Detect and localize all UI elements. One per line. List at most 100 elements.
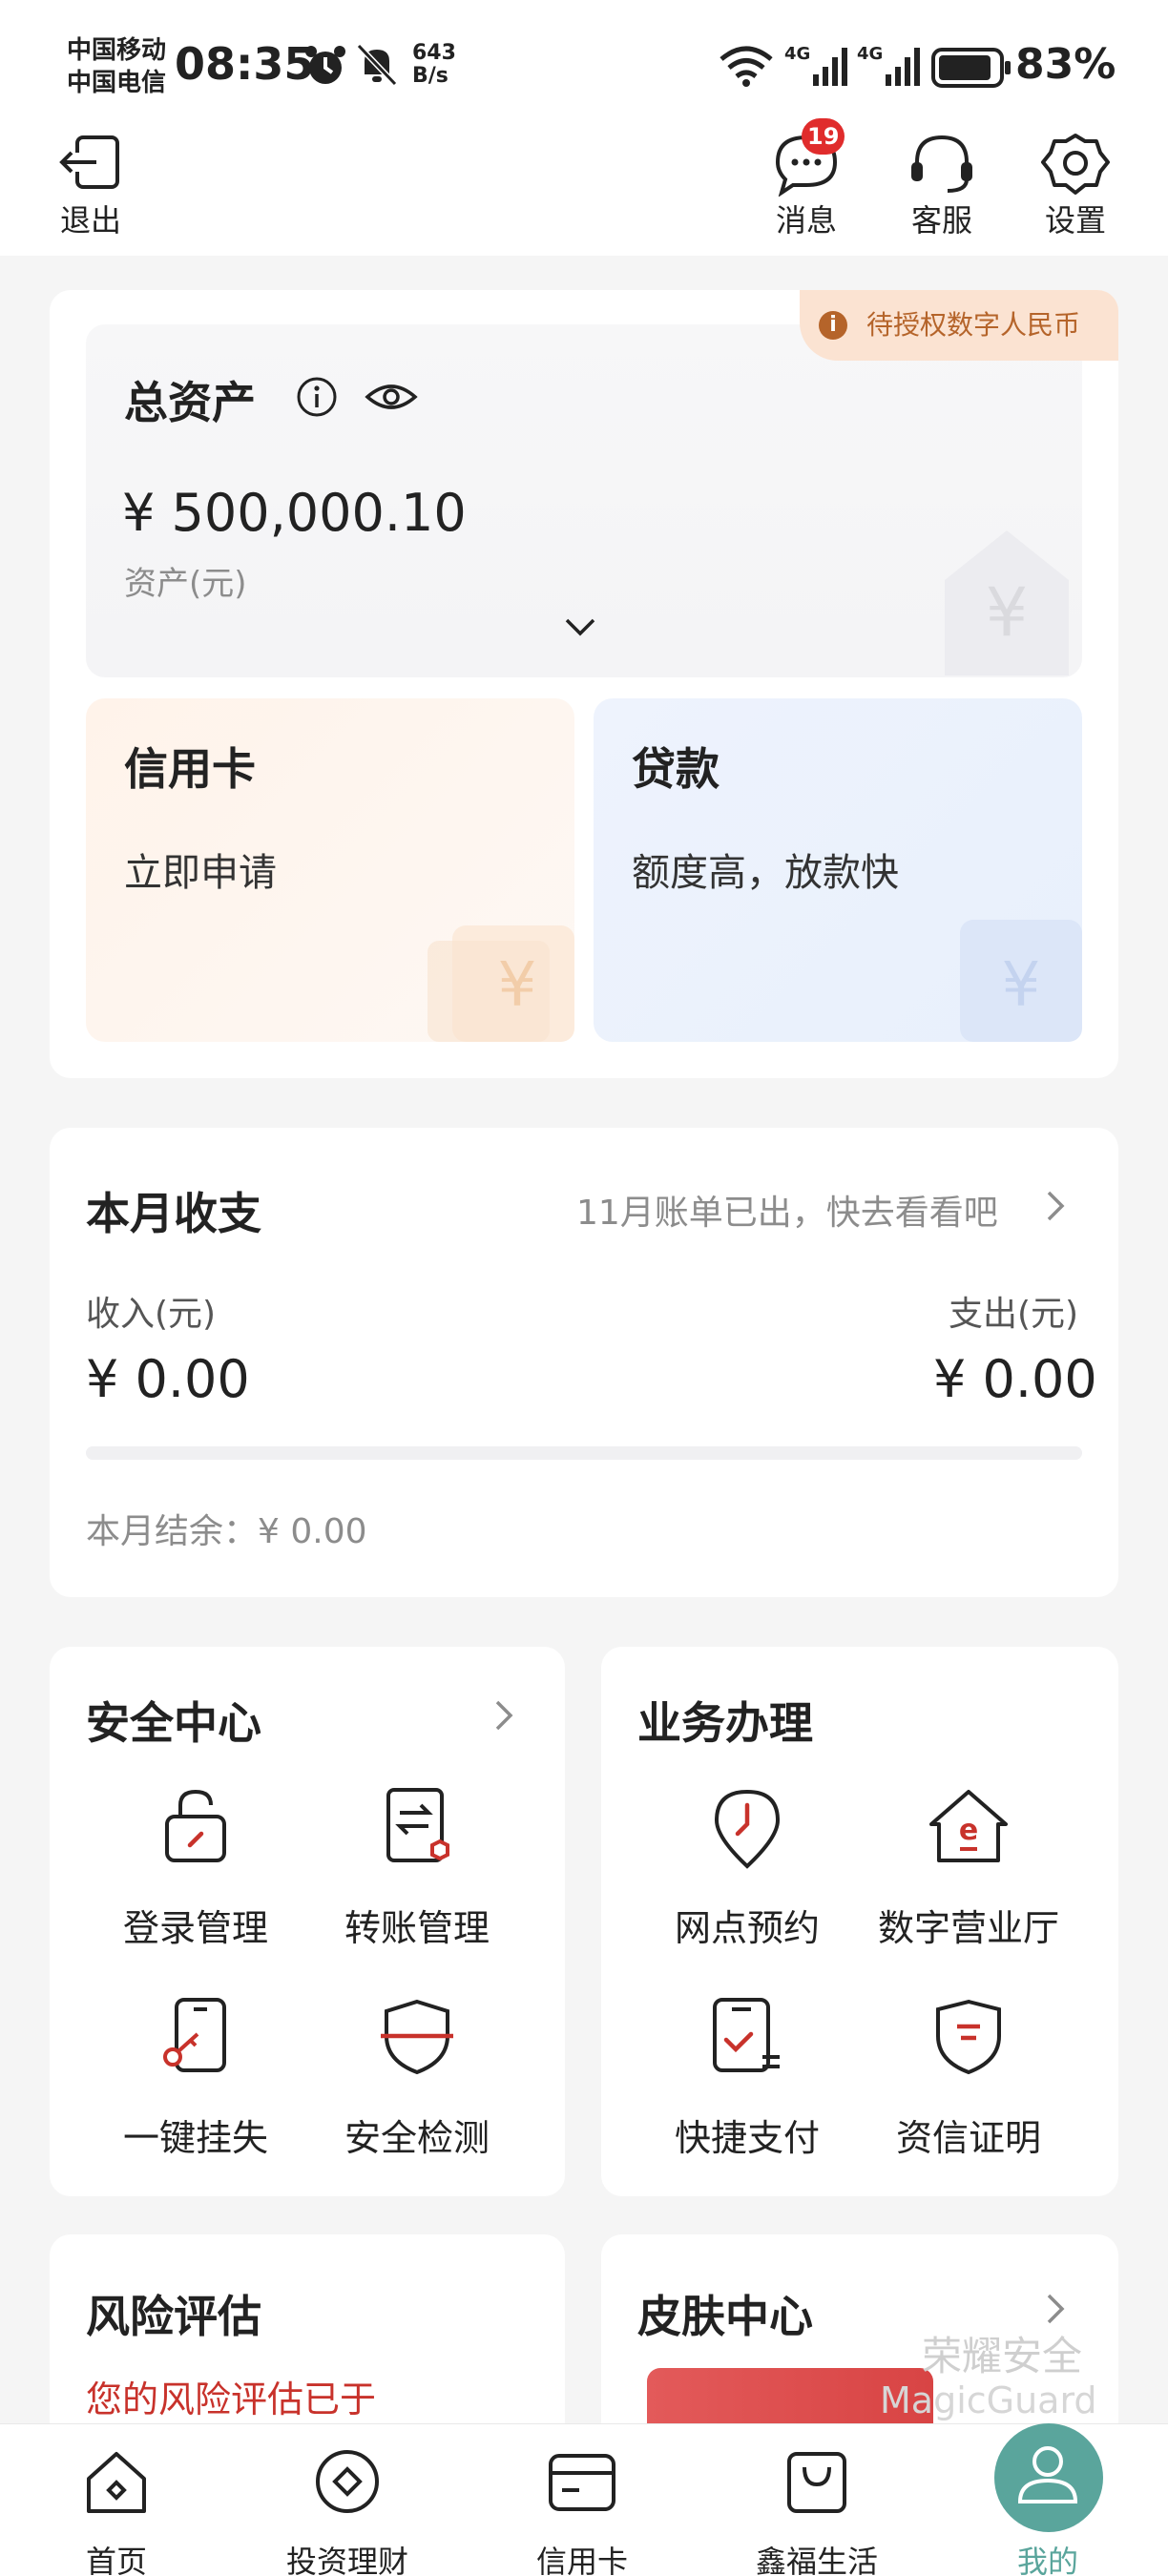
nav-home-label: 首页 [85,2544,147,2576]
carrier-1: 中国移动 [67,36,167,65]
watermark-2: MagicGuard [880,2379,1097,2421]
quick-pay-item[interactable]: 快捷支付 [637,1996,857,2187]
gear-icon [1041,134,1110,195]
nav-invest-label: 投资理财 [285,2544,408,2576]
shield-scan-icon [381,1999,453,2075]
badge-shield-icon [936,1999,1001,2075]
security-check-item[interactable]: 安全检测 [307,1996,527,2187]
svg-text:4G: 4G [784,44,810,64]
card-yuan-icon: ¥ [428,925,574,1042]
network-speed: 643 B/s [412,42,456,88]
location-clock-icon [714,1789,781,1869]
risk-notice: 您的风险评估已于 [86,2379,377,2420]
bill-link[interactable]: 11月账单已出，快去看看吧 [576,1185,998,1235]
nav-credit-card[interactable]: 信用卡 [487,2433,678,2576]
house-e-icon: e [929,1790,1008,1862]
monthly-balance: 本月结余：¥ 0.00 [86,1512,367,1551]
signal-4g-icon-2: 4G [857,44,920,86]
digital-hall-item[interactable]: e 数字营业厅 [859,1786,1078,1977]
total-assets-amount: ¥ 500,000.10 [122,483,467,543]
loan-yuan-icon: ¥ [960,920,1082,1042]
chevron-right-icon[interactable] [1044,1189,1067,1223]
wifi-icon [720,46,773,87]
phone-key-icon [163,1998,226,2072]
digital-hall-label: 数字营业厅 [877,1907,1059,1949]
business-title: 业务办理 [637,1697,813,1749]
svg-text:¥: ¥ [498,950,537,1021]
svg-text:4G: 4G [857,44,883,64]
report-loss-item[interactable]: 一键挂失 [86,1996,305,2187]
total-assets-title: 总资产 [124,377,256,428]
lock-icon [165,1789,226,1862]
income-expense-bar [86,1446,1082,1460]
status-time: 08:35 [175,38,315,90]
nav-mine[interactable]: 我的 [952,2423,1143,2576]
nav-life-label: 鑫福生活 [755,2544,878,2576]
chevron-right-icon[interactable] [1044,2292,1067,2326]
settings-button[interactable]: 设置 [1023,124,1128,239]
credit-certificate-item[interactable]: 资信证明 [859,1996,1078,2187]
credit-card-title: 信用卡 [124,743,256,795]
nav-home[interactable]: 首页 [21,2433,212,2576]
expense-value: ¥ 0.00 [933,1349,1097,1409]
chevron-down-icon[interactable] [563,616,597,637]
income-label: 收入(元) [86,1295,217,1334]
auth-tag-label: 待授权数字人民币 [866,309,1081,341]
carrier-labels: 中国移动 中国电信 [67,34,166,99]
exit-button[interactable]: 退出 [38,124,143,239]
settings-label: 设置 [1044,202,1106,239]
battery-icon [931,48,1011,88]
risk-title: 风险评估 [86,2291,261,2342]
transfer-management-item[interactable]: 转账管理 [307,1786,527,1977]
exit-icon [59,135,119,189]
house-yuan-icon: ¥ [945,530,1069,675]
svg-text:¥: ¥ [986,573,1029,652]
shopping-bag-icon [787,2452,846,2513]
home-icon [87,2452,146,2513]
chevron-right-icon[interactable] [492,1698,515,1733]
nav-invest[interactable]: 投资理财 [252,2433,443,2576]
mute-bell-icon [356,43,398,87]
transfer-doc-icon [386,1788,449,1862]
eye-icon[interactable] [365,380,418,414]
monthly-title: 本月收支 [86,1188,261,1239]
branch-appointment-item[interactable]: 网点预约 [637,1786,857,1977]
doc-check-icon [713,1998,780,2072]
loan-title: 贷款 [632,743,720,795]
info-icon[interactable] [296,376,338,418]
battery-percent: 83% [1015,40,1116,89]
speed-value: 643 [412,41,456,65]
transfer-management-label: 转账管理 [344,1907,490,1949]
skin-title: 皮肤中心 [637,2291,813,2342]
nav-credit-card-label: 信用卡 [535,2544,628,2576]
security-center-title[interactable]: 安全中心 [86,1689,261,1752]
credit-certificate-label: 资信证明 [895,2117,1041,2159]
loan-desc: 额度高，放款快 [632,851,899,895]
digital-rmb-auth-tag[interactable]: i 待授权数字人民币 [800,290,1118,361]
login-management-item[interactable]: 登录管理 [86,1786,305,1977]
messages-badge: 19 [802,118,845,155]
info-dot-icon: i [819,311,847,340]
svg-text:e: e [959,1814,978,1847]
carrier-2: 中国电信 [67,69,167,97]
nav-mine-label: 我的 [1016,2544,1078,2576]
credit-card-icon [549,2454,615,2511]
exit-label: 退出 [59,202,121,239]
security-check-label: 安全检测 [344,2117,490,2159]
nav-life[interactable]: 鑫福生活 [721,2433,912,2576]
invest-icon [316,2450,379,2513]
speed-unit: B/s [412,64,448,88]
assets-unit-label: 资产(元) [124,565,247,603]
customer-service-button[interactable]: 客服 [889,124,994,239]
watermark-1: 荣耀安全 [922,2333,1083,2379]
credit-card-desc: 立即申请 [124,851,277,895]
alarm-icon [305,46,345,84]
headset-icon [911,135,972,193]
income-value: ¥ 0.00 [86,1349,250,1409]
messages-label: 消息 [775,202,837,239]
expense-label: 支出(元) [949,1295,1079,1334]
svg-text:¥: ¥ [1002,950,1041,1021]
user-icon [1017,2446,1078,2503]
signal-4g-icon-1: 4G [784,44,847,86]
service-label: 客服 [910,202,972,239]
